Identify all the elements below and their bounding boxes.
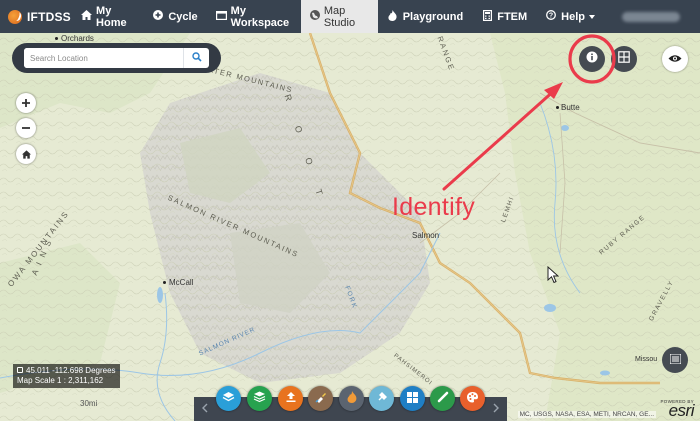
paint-icon xyxy=(314,390,327,408)
svg-text:?: ? xyxy=(549,13,553,20)
style-tool-button[interactable] xyxy=(460,386,485,411)
plus-circle-icon xyxy=(152,10,164,23)
coordinate-position: 45.011 -112.698 Degrees xyxy=(17,366,116,376)
fire-icon xyxy=(347,390,357,408)
chevron-left-icon xyxy=(202,402,208,416)
calculator-icon xyxy=(481,9,493,24)
brand-name: IFTDSS xyxy=(27,9,71,24)
stack-icon xyxy=(253,390,266,408)
nav-help-label: Help xyxy=(561,10,586,23)
nav-cycle[interactable]: Cycle xyxy=(143,0,206,33)
help-icon: ? xyxy=(545,10,557,23)
layers-icon xyxy=(222,390,235,408)
nav-map-studio-label: Map Studio xyxy=(323,4,356,29)
nav-my-workspace-label: My Workspace xyxy=(230,4,290,29)
nav-my-home[interactable]: My Home xyxy=(72,0,143,33)
esri-logo: POWERED BY esri xyxy=(660,399,695,420)
legend-list-button[interactable] xyxy=(662,347,688,373)
map-view[interactable]: Orchards Butte Salmon McCall Missou CLEA… xyxy=(0,33,700,421)
nav-playground-label: Playground xyxy=(402,10,464,23)
toolbar-scroll-left[interactable] xyxy=(196,399,214,419)
nav-my-home-label: My Home xyxy=(96,4,127,29)
map-scale-readout: Map Scale 1 : 2,311,162 xyxy=(17,376,104,385)
upload-icon xyxy=(285,390,297,408)
esri-wordmark: esri xyxy=(668,401,695,420)
toolbar-scroll-right[interactable] xyxy=(487,399,505,419)
scale-bar-label: 30mi xyxy=(80,399,98,408)
upload-tool-button[interactable] xyxy=(278,386,303,411)
map-attribution: MC, USGS, NASA, ESA, METI, NRCAN, GE... xyxy=(517,411,656,418)
chevron-right-icon xyxy=(493,402,499,416)
identify-annotation-label: Identify xyxy=(392,193,476,221)
nav-help[interactable]: ? Help xyxy=(536,0,604,33)
chevron-down-icon xyxy=(589,14,596,19)
palette-icon xyxy=(466,390,479,408)
mouse-cursor-icon xyxy=(547,266,559,284)
map-toolbar xyxy=(194,366,507,421)
marker-tool-button[interactable] xyxy=(369,386,394,411)
fire-model-tool-button[interactable] xyxy=(339,386,364,411)
layers-tool-button[interactable] xyxy=(216,386,241,411)
fuel-edit-tool-button[interactable] xyxy=(308,386,333,411)
nav-map-studio[interactable]: Map Studio xyxy=(300,0,378,33)
top-navbar: IFTDSS My Home Cycle My Workspace Map St… xyxy=(0,0,700,33)
nav-my-workspace[interactable]: My Workspace xyxy=(207,0,301,33)
user-menu[interactable] xyxy=(622,11,681,22)
nav-ftem[interactable]: FTEM xyxy=(472,0,536,33)
flame-icon xyxy=(387,9,399,24)
globe-icon xyxy=(309,10,320,23)
home-icon xyxy=(81,10,93,23)
location-pin-icon xyxy=(17,367,23,373)
iftdss-logo-icon xyxy=(8,9,22,24)
pin-icon xyxy=(376,390,388,408)
brand[interactable]: IFTDSS xyxy=(0,0,72,33)
windows-icon xyxy=(407,390,418,408)
list-icon xyxy=(668,351,682,369)
ruler-icon xyxy=(437,390,449,408)
folder-icon xyxy=(215,10,227,23)
coordinate-readout: 45.011 -112.698 Degrees Map Scale 1 : 2,… xyxy=(13,364,120,388)
nav-cycle-label: Cycle xyxy=(168,10,198,23)
nav-playground[interactable]: Playground xyxy=(378,0,473,33)
grid-tool-button[interactable] xyxy=(400,386,425,411)
identify-annotation xyxy=(442,34,616,191)
data-layers-tool-button[interactable] xyxy=(247,386,272,411)
measure-tool-button[interactable] xyxy=(430,386,455,411)
nav-ftem-label: FTEM xyxy=(497,10,528,23)
